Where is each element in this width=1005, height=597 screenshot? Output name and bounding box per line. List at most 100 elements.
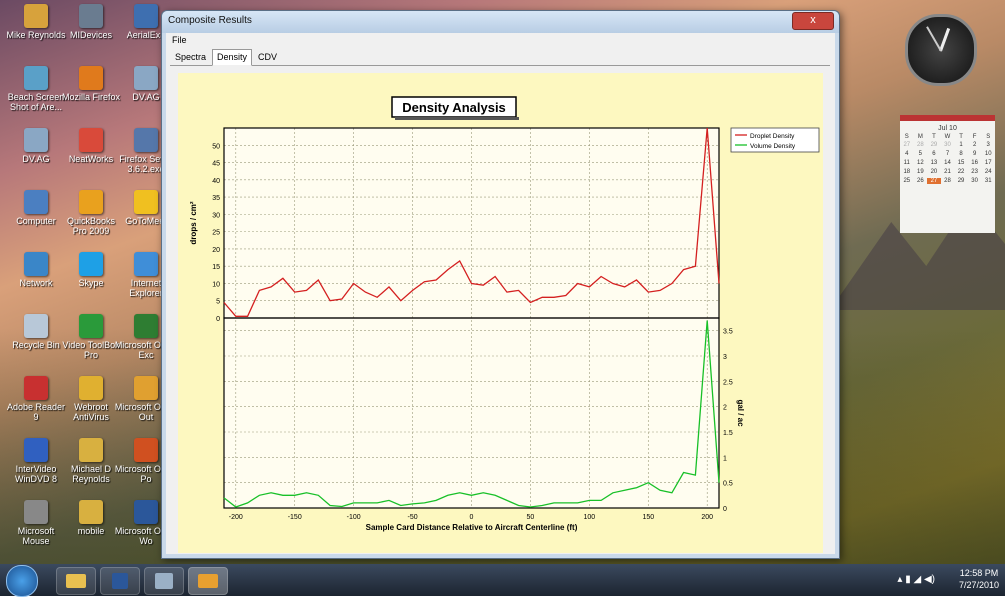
top-y-tick-label: 0 xyxy=(216,316,220,323)
calendar-day[interactable]: 3 xyxy=(981,142,995,148)
x-tick-label: 50 xyxy=(527,514,535,521)
calendar-day[interactable]: 17 xyxy=(981,160,995,166)
shortcut-icon xyxy=(134,438,158,462)
shortcut-icon xyxy=(24,376,48,400)
taskbar-explorer-button[interactable] xyxy=(56,567,96,595)
app-icon xyxy=(155,573,173,589)
bottom-y-tick-label: 2.5 xyxy=(723,379,733,386)
tab-strip: Spectra Density CDV xyxy=(170,49,830,66)
bottom-y-tick-label: 0.5 xyxy=(723,481,733,488)
start-button[interactable] xyxy=(6,565,38,597)
window-client: File Spectra Density CDV Density Analysi… xyxy=(166,33,835,554)
shortcut-icon xyxy=(79,190,103,214)
calendar-day[interactable]: 30 xyxy=(941,142,955,148)
bottom-y-tick-label: 0 xyxy=(723,506,727,513)
calendar-day[interactable]: 8 xyxy=(954,151,968,157)
x-tick-label: 150 xyxy=(642,514,654,521)
window-titlebar[interactable]: Composite Results x xyxy=(162,11,839,33)
top-y-axis-label: drops / cm² xyxy=(189,201,198,244)
top-y-tick-label: 30 xyxy=(212,212,220,219)
calendar-day[interactable]: 9 xyxy=(968,151,982,157)
shortcut-icon xyxy=(134,66,158,90)
calendar-day[interactable]: 29 xyxy=(927,142,941,148)
window-title: Composite Results xyxy=(168,15,252,26)
menu-file[interactable]: File xyxy=(172,35,187,45)
calendar-day[interactable]: 1 xyxy=(954,142,968,148)
system-tray: ▴ ▮ ◢ ◀) xyxy=(897,574,935,585)
taskbar-app-button[interactable] xyxy=(144,567,184,595)
tab-cdv[interactable]: CDV xyxy=(253,49,282,66)
calendar-day[interactable]: 15 xyxy=(954,160,968,166)
calendar-day[interactable]: 14 xyxy=(941,160,955,166)
calendar-day[interactable]: 7 xyxy=(941,151,955,157)
legend-label-droplet: Droplet Density xyxy=(750,133,795,140)
calendar-day[interactable]: 27 xyxy=(927,178,941,184)
chart-title-shadow xyxy=(395,117,519,120)
calendar-day[interactable]: 4 xyxy=(900,151,914,157)
composite-results-window: Composite Results x File Spectra Density… xyxy=(161,10,840,559)
shortcut-icon xyxy=(24,190,48,214)
taskbar-word-button[interactable] xyxy=(100,567,140,595)
shortcut-icon xyxy=(134,252,158,276)
shortcut-icon xyxy=(24,4,48,28)
calendar-day[interactable]: 22 xyxy=(954,169,968,175)
top-y-tick-label: 40 xyxy=(212,178,220,185)
tab-spectra[interactable]: Spectra xyxy=(170,49,211,66)
calendar-day[interactable]: 16 xyxy=(968,160,982,166)
calendar-day[interactable]: 11 xyxy=(900,160,914,166)
x-tick-label: 200 xyxy=(701,514,713,521)
calendar-header: Jul 10 xyxy=(938,125,957,132)
shortcut-icon xyxy=(79,314,103,338)
calendar-weekdays: SMTWTFS xyxy=(900,134,995,140)
shortcut-icon xyxy=(134,190,158,214)
calendar-day[interactable]: 5 xyxy=(914,151,928,157)
calendar-day[interactable]: 26 xyxy=(914,178,928,184)
top-y-tick-label: 45 xyxy=(212,161,220,168)
calendar-day[interactable]: 23 xyxy=(968,169,982,175)
calendar-day[interactable]: 31 xyxy=(981,178,995,184)
calendar-day[interactable]: 24 xyxy=(981,169,995,175)
calendar-day[interactable]: 29 xyxy=(954,178,968,184)
calendar-weekday: F xyxy=(972,134,977,140)
calendar-day[interactable]: 20 xyxy=(927,169,941,175)
calendar-day[interactable]: 10 xyxy=(981,151,995,157)
signal-icon[interactable]: ◢ xyxy=(913,574,921,585)
top-y-tick-label: 35 xyxy=(212,195,220,202)
calendar-day[interactable]: 12 xyxy=(914,160,928,166)
top-y-tick-label: 25 xyxy=(212,230,220,237)
calendar-day[interactable]: 13 xyxy=(927,160,941,166)
clock-gadget[interactable] xyxy=(905,14,977,86)
calendar-day[interactable]: 2 xyxy=(968,142,982,148)
taskbar-composite-results-button[interactable] xyxy=(188,567,228,595)
top-y-tick-label: 5 xyxy=(216,299,220,306)
x-tick-label: -150 xyxy=(288,514,302,521)
shortcut-icon xyxy=(134,500,158,524)
shortcut-icon xyxy=(79,252,103,276)
calendar-day[interactable]: 18 xyxy=(900,169,914,175)
network-icon[interactable]: ▮ xyxy=(905,574,911,585)
calendar-day[interactable]: 27 xyxy=(900,142,914,148)
volume-icon[interactable]: ◀) xyxy=(924,574,935,585)
bottom-y-axis-label: gal / ac xyxy=(736,399,745,427)
calendar-day[interactable]: 28 xyxy=(914,142,928,148)
top-y-tick-label: 15 xyxy=(212,264,220,271)
calendar-day[interactable]: 21 xyxy=(941,169,955,175)
shortcut-icon xyxy=(134,4,158,28)
calendar-day[interactable]: 30 xyxy=(968,178,982,184)
calendar-day[interactable]: 25 xyxy=(900,178,914,184)
calendar-day[interactable]: 28 xyxy=(941,178,955,184)
shortcut-icon xyxy=(134,376,158,400)
calendar-day[interactable]: 6 xyxy=(927,151,941,157)
shortcut-icon xyxy=(134,314,158,338)
shortcut-icon xyxy=(134,128,158,152)
close-button[interactable]: x xyxy=(792,12,834,30)
shortcut-icon xyxy=(79,128,103,152)
calendar-gadget[interactable]: Jul 10 SMTWTFS 27 28 29 30 1 2 3 4 5 6 7 8 9 10 11 12 13… xyxy=(900,115,995,233)
word-icon xyxy=(112,573,128,589)
show-hidden-icons-icon[interactable]: ▴ xyxy=(897,574,902,585)
taskbar-clock[interactable]: 12:58 PM 7/27/2010 xyxy=(959,567,999,591)
clock-minute-hand xyxy=(926,26,942,52)
menubar: File xyxy=(166,33,835,47)
tab-density[interactable]: Density xyxy=(212,49,253,66)
calendar-day[interactable]: 19 xyxy=(914,169,928,175)
